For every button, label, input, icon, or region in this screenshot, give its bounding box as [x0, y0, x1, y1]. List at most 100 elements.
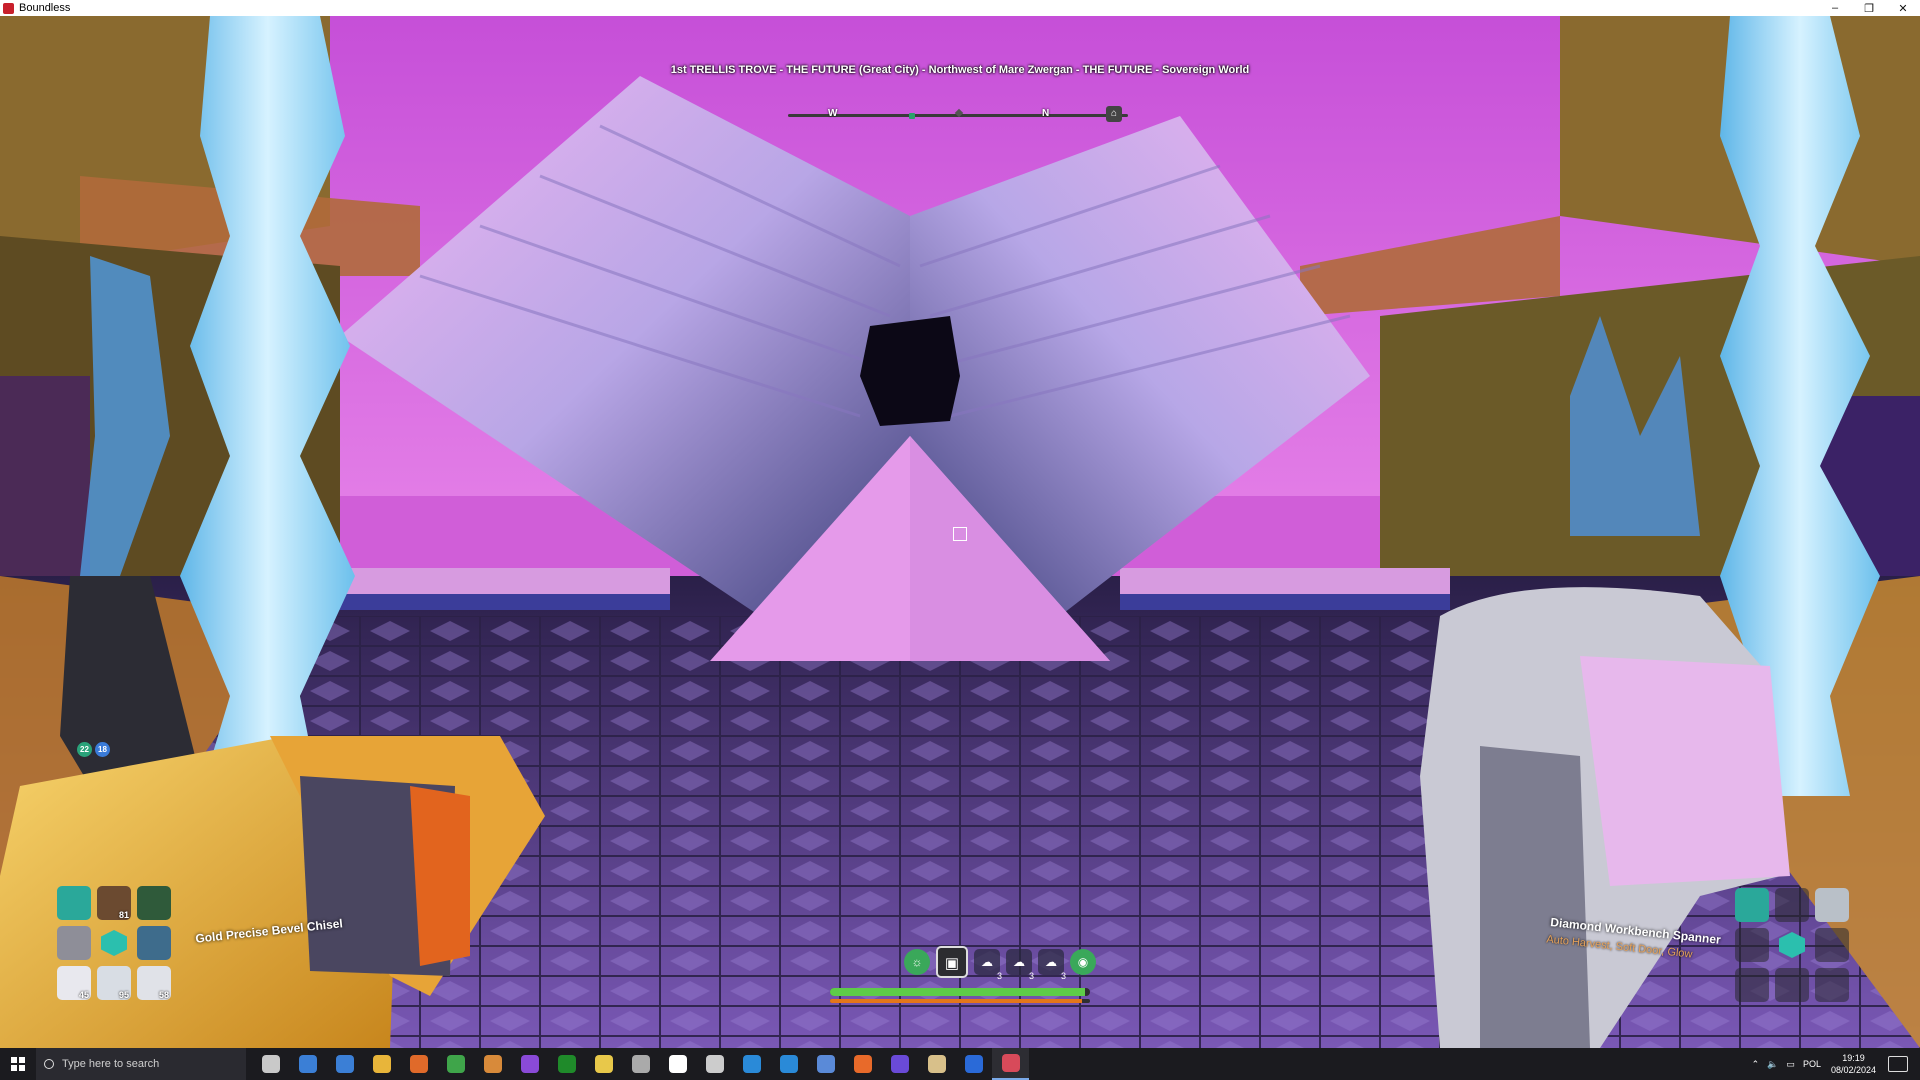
- energy-fill: [830, 999, 1083, 1003]
- taskbar-app-app[interactable]: [918, 1048, 955, 1080]
- notification-icon[interactable]: [1888, 1056, 1908, 1072]
- status-icons: ☼ ▣ ☁ 3 ☁ 3 ☁ 3 ◉: [904, 946, 1096, 981]
- taskbar-app-task-view[interactable]: [252, 1048, 289, 1080]
- slot-empty[interactable]: [1735, 928, 1769, 962]
- slot-food-icon[interactable]: 81: [97, 886, 131, 920]
- taskbar-app-store[interactable]: [326, 1048, 363, 1080]
- compass-player-marker: [909, 113, 915, 119]
- taskbar-app-app[interactable]: [696, 1048, 733, 1080]
- app-icon: [631, 1055, 650, 1073]
- slot-hammer-icon[interactable]: [57, 926, 91, 960]
- taskbar-app-xbox[interactable]: [548, 1048, 585, 1080]
- taskbar-app-steam[interactable]: [807, 1048, 844, 1080]
- sun-icon[interactable]: ☼: [904, 949, 930, 975]
- slot-block-icon[interactable]: 58: [137, 966, 171, 1000]
- app-icon: [705, 1055, 724, 1073]
- buff-icon[interactable]: ☁ 3: [1006, 949, 1034, 981]
- taskbar-apps: [252, 1048, 1029, 1080]
- taskbar-app-steam[interactable]: [955, 1048, 992, 1080]
- app-icon: [594, 1055, 613, 1073]
- slot-block-icon[interactable]: 95: [97, 966, 131, 1000]
- slot-hexagon-icon[interactable]: [1775, 928, 1809, 962]
- slot-empty[interactable]: [1735, 968, 1769, 1002]
- coord-badge: 22: [77, 742, 92, 757]
- boundless-app-icon: [3, 2, 14, 14]
- app-icon: [742, 1055, 761, 1073]
- crosshair: [953, 527, 967, 541]
- slot-hexagon-icon[interactable]: [97, 926, 131, 960]
- slot-count: 58: [158, 990, 169, 1000]
- app-icon: [927, 1055, 946, 1073]
- vitals-bars: [830, 988, 1090, 1003]
- task-view-icon: [261, 1055, 280, 1073]
- bag-icon[interactable]: ◉: [1070, 949, 1096, 975]
- clock-date: 08/02/2024: [1830, 1065, 1876, 1075]
- energy-bar: [830, 999, 1090, 1003]
- app-icon: [890, 1055, 909, 1073]
- slot-grapple-icon[interactable]: [137, 886, 171, 920]
- app-icon: [668, 1055, 687, 1073]
- slot-hammer-icon[interactable]: [57, 886, 91, 920]
- calculator-icon: [298, 1055, 317, 1073]
- slot-spanner-icon[interactable]: [1735, 888, 1769, 922]
- taskbar-app-app[interactable]: [733, 1048, 770, 1080]
- slot-count: 81: [118, 910, 129, 920]
- app-icon: [483, 1055, 502, 1073]
- start-button[interactable]: [0, 1048, 36, 1080]
- window-titlebar: Boundless – ❐ ✕: [0, 0, 1920, 16]
- window-title: Boundless: [19, 2, 71, 14]
- xbox-icon: [557, 1055, 576, 1073]
- app-icon: [779, 1055, 798, 1073]
- health-bar: [830, 988, 1090, 996]
- save-icon[interactable]: ▣: [936, 946, 968, 978]
- network-icon[interactable]: ▭: [1786, 1059, 1795, 1070]
- taskbar-app-app[interactable]: [511, 1048, 548, 1080]
- home-beacon-icon: ⌂: [1106, 106, 1122, 122]
- right-hand-inventory: [1735, 888, 1849, 1002]
- clock[interactable]: 19:19 08/02/2024: [1831, 1052, 1876, 1076]
- slot-block-icon[interactable]: 45: [57, 966, 91, 1000]
- slot-empty[interactable]: [1775, 888, 1809, 922]
- steam-icon: [964, 1055, 983, 1073]
- taskbar-app-explorer[interactable]: [363, 1048, 400, 1080]
- taskbar-app-firefox[interactable]: [844, 1048, 881, 1080]
- taskbar-app-app[interactable]: [585, 1048, 622, 1080]
- slot-block-icon[interactable]: [1815, 888, 1849, 922]
- game-viewport[interactable]: 1st TRELLIS TROVE - THE FUTURE (Great Ci…: [0, 16, 1920, 1048]
- clock-time: 19:19: [1842, 1053, 1865, 1063]
- taskbar-app-calculator[interactable]: [289, 1048, 326, 1080]
- slot-empty[interactable]: [1815, 928, 1849, 962]
- location-banner: 1st TRELLIS TROVE - THE FUTURE (Great Ci…: [670, 64, 1250, 76]
- buff-icon[interactable]: ☁ 3: [974, 949, 1002, 981]
- compass-west-label: W: [828, 108, 838, 119]
- taskbar-app-app[interactable]: [400, 1048, 437, 1080]
- taskbar-app-app[interactable]: [474, 1048, 511, 1080]
- chrome-icon: [446, 1055, 465, 1073]
- slot-empty[interactable]: [1775, 968, 1809, 1002]
- coord-badge: 18: [95, 742, 110, 757]
- buff-icon[interactable]: ☁ 3: [1038, 949, 1066, 981]
- volume-icon[interactable]: 🔈: [1767, 1059, 1778, 1070]
- slot-pickaxe-icon[interactable]: [137, 926, 171, 960]
- slot-count: 95: [118, 990, 129, 1000]
- slot-empty[interactable]: [1815, 968, 1849, 1002]
- restore-button[interactable]: ❐: [1852, 0, 1886, 16]
- store-icon: [335, 1055, 354, 1073]
- boundless-icon: [1001, 1054, 1020, 1072]
- windows-logo-icon: [11, 1057, 25, 1071]
- windows-taskbar: Type here to search ⌃ 🔈 ▭ POL 19:19 08/0…: [0, 1048, 1920, 1080]
- explorer-icon: [372, 1055, 391, 1073]
- chevron-up-icon[interactable]: ⌃: [1752, 1059, 1760, 1070]
- taskbar-search[interactable]: Type here to search: [36, 1048, 246, 1080]
- taskbar-app-boundless[interactable]: [992, 1048, 1029, 1080]
- language-indicator[interactable]: POL: [1803, 1059, 1821, 1069]
- minimize-button[interactable]: –: [1818, 0, 1852, 16]
- taskbar-app-chrome[interactable]: [437, 1048, 474, 1080]
- app-icon: [520, 1055, 539, 1073]
- close-button[interactable]: ✕: [1886, 0, 1920, 16]
- taskbar-app-app[interactable]: [622, 1048, 659, 1080]
- slot-count: 45: [78, 990, 89, 1000]
- taskbar-app-app[interactable]: [881, 1048, 918, 1080]
- taskbar-app-app[interactable]: [770, 1048, 807, 1080]
- taskbar-app-app[interactable]: [659, 1048, 696, 1080]
